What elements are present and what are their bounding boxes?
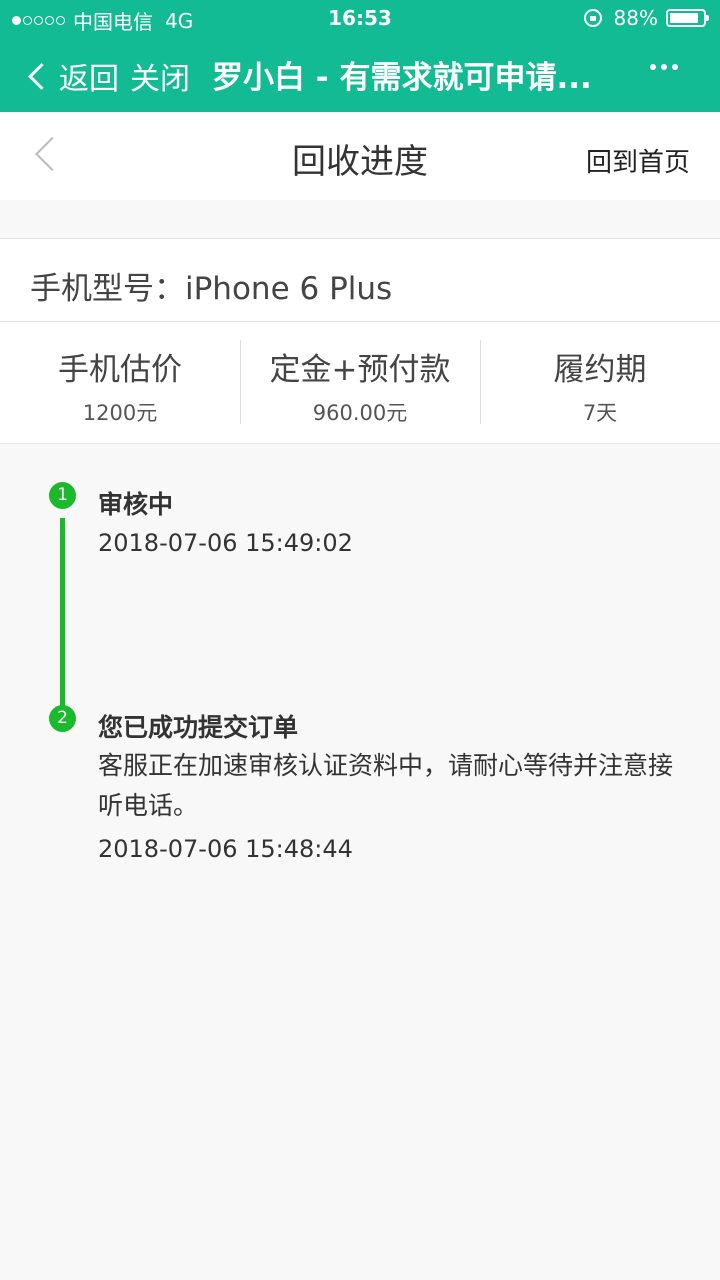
page-header: 回收进度 回到首页 xyxy=(0,112,720,200)
stat-deposit: 定金+预付款 960.00元 xyxy=(240,322,480,443)
more-menu-icon[interactable] xyxy=(645,64,678,70)
home-link[interactable]: 回到首页 xyxy=(586,142,690,179)
timeline-step-2-badge: 2 xyxy=(49,705,76,732)
battery-percent: 88% xyxy=(613,6,658,30)
phone-model-row: 手机型号：iPhone 6 Plus xyxy=(0,238,720,322)
stat-value: 1200元 xyxy=(82,401,158,425)
stat-label: 履约期 xyxy=(553,352,647,388)
stat-label: 手机估价 xyxy=(58,352,182,388)
stat-value: 7天 xyxy=(582,401,618,425)
battery-icon xyxy=(666,9,709,27)
timeline-step-1-badge: 1 xyxy=(49,482,76,509)
timeline-connector xyxy=(60,518,65,714)
status-bar: 中国电信 4G 16:53 88% xyxy=(0,0,720,36)
nav-title: 罗小白 - 有需求就可申请... xyxy=(212,60,592,96)
nav-back-button[interactable]: 返回 xyxy=(26,54,119,98)
nav-close-button[interactable]: 关闭 xyxy=(130,54,190,98)
status-right: 88% xyxy=(583,6,709,30)
summary-stats: 手机估价 1200元 定金+预付款 960.00元 履约期 7天 xyxy=(0,322,720,444)
timeline-step-1-time: 2018-07-06 15:49:02 xyxy=(98,529,353,557)
stat-period: 履约期 7天 xyxy=(480,322,720,443)
stat-label: 定金+预付款 xyxy=(269,352,451,388)
timeline-step-1-title: 审核中 xyxy=(98,490,174,519)
phone-model-text: 手机型号：iPhone 6 Plus xyxy=(30,271,393,307)
stat-estimate: 手机估价 1200元 xyxy=(0,322,240,443)
rotation-lock-icon xyxy=(583,9,602,27)
nav-back-label: 返回 xyxy=(59,62,119,97)
timeline-step-2-time: 2018-07-06 15:48:44 xyxy=(98,835,353,863)
nav-bar: 返回 关闭 罗小白 - 有需求就可申请... xyxy=(0,40,720,108)
app-top-bar: 中国电信 4G 16:53 88% 返回 关闭 罗小白 - 有需求就可申请... xyxy=(0,0,720,112)
stat-value: 960.00元 xyxy=(312,401,408,425)
timeline-step-2-desc: 客服正在加速审核认证资料中，请耐心等待并注意接听电话。 xyxy=(98,751,674,820)
timeline-step-2-title: 您已成功提交订单 xyxy=(98,713,299,742)
battery-fill xyxy=(670,13,698,23)
chevron-left-icon xyxy=(28,62,55,90)
